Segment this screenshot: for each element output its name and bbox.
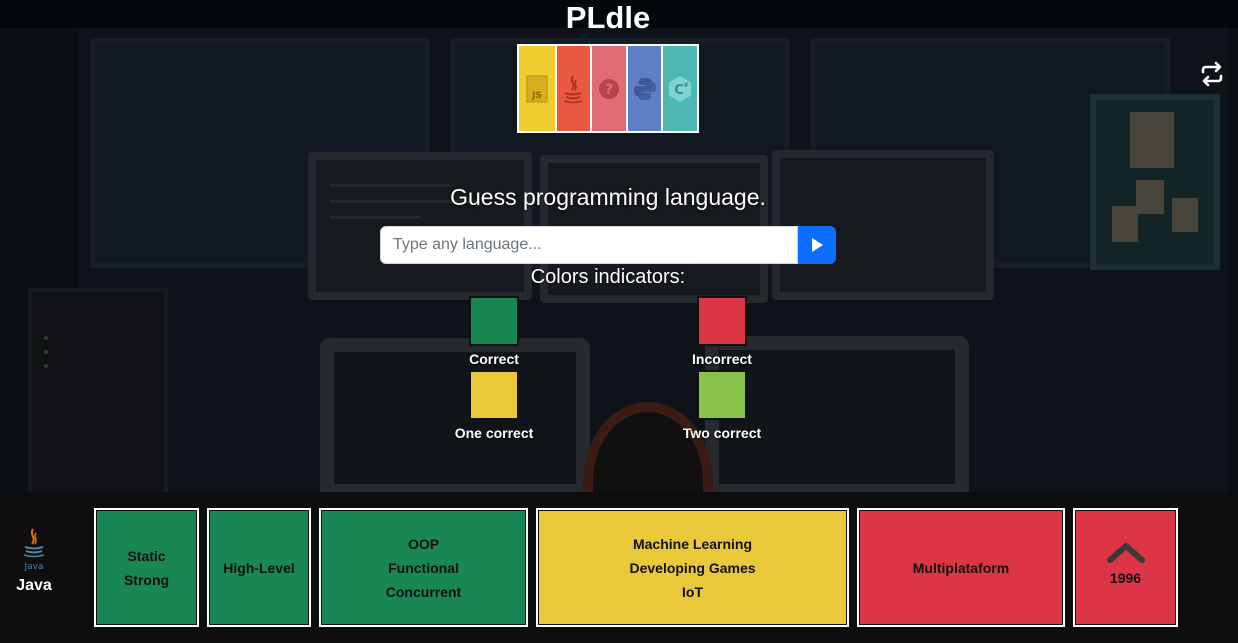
legend-label: One correct bbox=[454, 425, 534, 441]
hint-line: Functional bbox=[388, 559, 459, 576]
legend-label: Incorrect bbox=[692, 351, 752, 367]
svg-text:?: ? bbox=[605, 82, 613, 98]
svg-text:#: # bbox=[684, 82, 689, 89]
hint-line: 1996 bbox=[1109, 569, 1142, 586]
legend-swatch bbox=[469, 370, 519, 420]
legend-swatch bbox=[697, 370, 747, 420]
platform-hint-cell: Multiplataform bbox=[857, 508, 1065, 627]
legend-correct: Correct bbox=[434, 296, 554, 368]
question-icon: ? bbox=[590, 46, 626, 131]
java-logo-text: Java bbox=[23, 562, 43, 571]
paradigm-hint-cell: OOP Functional Concurrent bbox=[319, 508, 528, 627]
hint-line: Strong bbox=[123, 571, 170, 588]
c-sharp-icon: C # bbox=[661, 46, 698, 131]
submit-guess-button[interactable] bbox=[798, 226, 836, 264]
page-title: PLdle bbox=[565, 0, 651, 35]
typing-hint-cell: Static Strong bbox=[94, 508, 199, 627]
language-search-input[interactable] bbox=[380, 226, 798, 264]
year-hint-cell: 1996 bbox=[1073, 508, 1178, 627]
legend-two-correct: Two correct bbox=[662, 370, 782, 442]
legend-incorrect: Incorrect bbox=[662, 296, 782, 368]
hint-line: OOP bbox=[407, 535, 440, 552]
hint-line: Multiplataform bbox=[912, 559, 1010, 576]
java-icon bbox=[554, 46, 591, 131]
play-icon bbox=[812, 238, 823, 252]
refresh-icon[interactable] bbox=[1198, 60, 1226, 88]
hint-line: Static bbox=[127, 547, 166, 564]
legend-swatch bbox=[697, 296, 747, 346]
python-icon bbox=[625, 46, 662, 131]
hint-line: IoT bbox=[682, 583, 703, 600]
javascript-icon: JS bbox=[519, 46, 555, 131]
legend-label: Correct bbox=[469, 351, 519, 367]
legend-title: Colors indicators: bbox=[530, 266, 686, 288]
legend-label: Two correct bbox=[682, 425, 762, 441]
guess-prompt: Guess programming language. bbox=[450, 184, 766, 210]
hint-line: Machine Learning bbox=[632, 535, 753, 552]
svg-text:JS: JS bbox=[531, 91, 542, 101]
level-hint-cell: High-Level bbox=[207, 508, 311, 627]
legend-swatch bbox=[469, 296, 519, 346]
legend-one-correct: One correct bbox=[434, 370, 554, 442]
hint-line: High-Level bbox=[223, 559, 295, 576]
java-logo-icon: Java bbox=[23, 528, 45, 572]
hint-line: Developing Games bbox=[629, 559, 756, 576]
arrow-up-icon bbox=[1106, 542, 1145, 563]
use-hint-cell: Machine Learning Developing Games IoT bbox=[536, 508, 849, 627]
guessed-language: Java Java bbox=[8, 527, 60, 595]
logo-strip: JS ? C # bbox=[517, 44, 699, 133]
svg-text:C: C bbox=[674, 83, 684, 98]
hint-line: Concurrent bbox=[385, 583, 462, 600]
guessed-language-name: Java bbox=[16, 577, 52, 594]
